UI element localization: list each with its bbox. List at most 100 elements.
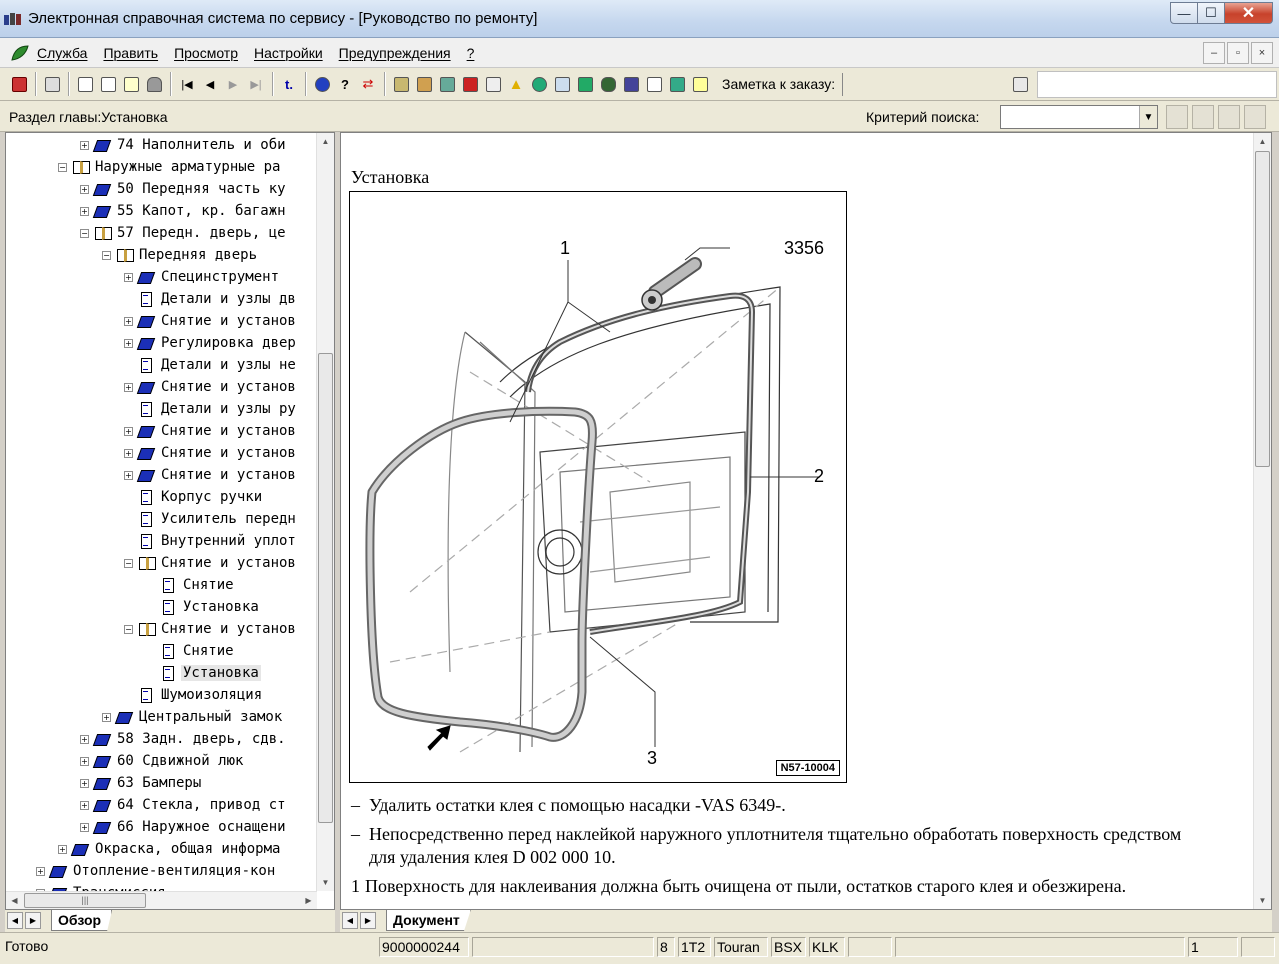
tab-prev-icon[interactable]: ◀ bbox=[7, 912, 23, 929]
search-prev-icon[interactable] bbox=[1166, 105, 1188, 129]
last-page-icon[interactable]: ▶| bbox=[245, 72, 267, 96]
tree-item[interactable]: Снятие bbox=[146, 574, 236, 596]
tree-horizontal-scrollbar[interactable]: ◀ ||| ▶ bbox=[6, 891, 317, 909]
tree-item[interactable]: + Отопление-вентиляция-кон bbox=[36, 860, 277, 882]
doc-scroll-down-icon[interactable]: ▼ bbox=[1254, 892, 1271, 909]
maximize-button[interactable]: ☐ bbox=[1198, 2, 1225, 24]
document-vertical-scrollbar[interactable]: ▲ ▼ bbox=[1253, 133, 1271, 909]
collapse-icon[interactable]: − bbox=[102, 250, 111, 260]
tab-document[interactable]: Документ bbox=[386, 910, 471, 931]
document-pane[interactable]: Установка 1 3356 2 3 N57-10004 – Удалить… bbox=[340, 132, 1272, 910]
tree-item[interactable]: + Окраска, общая информа bbox=[58, 838, 282, 860]
search-criteria-combo[interactable]: ▼ bbox=[1000, 105, 1158, 129]
info-icon[interactable] bbox=[311, 72, 333, 96]
collapse-icon[interactable]: − bbox=[58, 162, 67, 172]
expand-icon[interactable]: + bbox=[124, 470, 133, 480]
tree-item[interactable]: + Снятие и установ bbox=[124, 420, 298, 442]
calculator-icon[interactable] bbox=[390, 72, 412, 96]
collapse-icon[interactable]: − bbox=[80, 228, 89, 238]
tree-item[interactable]: − Передняя дверь bbox=[102, 244, 259, 266]
tree-item[interactable]: +63 Бамперы bbox=[80, 772, 203, 794]
tree-item[interactable]: + Специнструмент bbox=[124, 266, 281, 288]
expand-icon[interactable]: + bbox=[124, 316, 133, 326]
mdi-close-button[interactable]: × bbox=[1251, 42, 1273, 64]
menu-service[interactable]: Служба bbox=[37, 45, 87, 61]
tree-item[interactable]: + Снятие и установ bbox=[124, 442, 298, 464]
tree-item[interactable]: − Снятие и установ bbox=[124, 618, 298, 640]
database-icon[interactable] bbox=[551, 72, 573, 96]
close-button[interactable]: ✕ bbox=[1225, 2, 1273, 24]
tree-item[interactable]: Детали и узлы не bbox=[124, 354, 298, 376]
tree-item[interactable]: − 57 Передн. дверь, це bbox=[80, 222, 288, 244]
expand-icon[interactable]: + bbox=[58, 844, 67, 854]
exit-icon[interactable] bbox=[8, 72, 30, 96]
menu-warnings[interactable]: Предупреждения bbox=[339, 45, 451, 61]
menu-settings[interactable]: Настройки bbox=[254, 45, 323, 61]
scroll-left-icon[interactable]: ◀ bbox=[6, 892, 23, 909]
leaf-icon[interactable] bbox=[10, 44, 30, 62]
mdi-restore-button[interactable]: ▫ bbox=[1227, 42, 1249, 64]
menu-edit[interactable]: Править bbox=[103, 45, 158, 61]
expand-icon[interactable]: + bbox=[124, 448, 133, 458]
sync-right-icon[interactable] bbox=[1244, 105, 1266, 129]
new-document-icon[interactable] bbox=[74, 72, 96, 96]
next-page-icon[interactable]: ▶ bbox=[222, 72, 244, 96]
order-note-icon[interactable] bbox=[1008, 73, 1032, 96]
tree-item[interactable]: − Снятие и установ bbox=[124, 552, 298, 574]
tree-item[interactable]: Внутренний уплот bbox=[124, 530, 298, 552]
expand-icon[interactable]: + bbox=[80, 140, 89, 150]
expand-icon[interactable]: + bbox=[36, 866, 45, 876]
first-page-icon[interactable]: |◀ bbox=[176, 72, 198, 96]
tree-scroll-thumb[interactable] bbox=[318, 353, 333, 823]
scroll-up-icon[interactable]: ▲ bbox=[317, 133, 334, 150]
scroll-down-icon[interactable]: ▼ bbox=[317, 874, 334, 891]
overview-tree[interactable]: +74 Наполнитель и оби − Наружные арматурны… bbox=[6, 133, 316, 893]
chevron-down-icon[interactable]: ▼ bbox=[1139, 106, 1157, 128]
tree-item[interactable]: + Снятие и установ bbox=[124, 310, 298, 332]
mdi-minimize-button[interactable]: – bbox=[1203, 42, 1225, 64]
edit-document-icon[interactable] bbox=[97, 72, 119, 96]
search-car-icon[interactable] bbox=[620, 72, 642, 96]
doc-scroll-up-icon[interactable]: ▲ bbox=[1254, 133, 1271, 150]
tree-item[interactable]: Установка bbox=[146, 596, 261, 618]
tree-item[interactable]: − Наружные арматурные ра bbox=[58, 156, 282, 178]
expand-icon[interactable]: + bbox=[124, 272, 133, 282]
sync-left-icon[interactable] bbox=[1218, 105, 1240, 129]
expand-icon[interactable]: + bbox=[124, 382, 133, 392]
question-note-icon[interactable] bbox=[689, 72, 711, 96]
globe-icon[interactable] bbox=[528, 72, 550, 96]
swap-icon[interactable]: ⇄ bbox=[357, 72, 379, 96]
expand-icon[interactable]: + bbox=[124, 338, 133, 348]
scroll-right-icon[interactable]: ▶ bbox=[300, 892, 317, 909]
overview-tree-pane[interactable]: +74 Наполнитель и оби − Наружные арматурны… bbox=[5, 132, 335, 910]
collapse-icon[interactable]: − bbox=[124, 624, 133, 634]
search-next-icon[interactable] bbox=[1192, 105, 1214, 129]
tree-item[interactable]: Установка bbox=[146, 662, 261, 684]
doc-tab-next-icon[interactable]: ▶ bbox=[360, 912, 376, 929]
red-book-icon[interactable] bbox=[459, 72, 481, 96]
tree-item[interactable]: + Снятие и установ bbox=[124, 376, 298, 398]
expand-icon[interactable]: + bbox=[102, 712, 111, 722]
tree-item[interactable]: + Центральный замок bbox=[102, 706, 284, 728]
car-icon[interactable] bbox=[143, 72, 165, 96]
expand-icon[interactable]: + bbox=[80, 756, 89, 766]
expand-icon[interactable]: + bbox=[80, 206, 89, 216]
tree-item[interactable]: Усилитель передн bbox=[124, 508, 298, 530]
tree-item[interactable]: +66 Наружное оснащени bbox=[80, 816, 288, 838]
tree-item[interactable]: Шумоизоляция bbox=[124, 684, 264, 706]
tree-item[interactable]: +74 Наполнитель и оби bbox=[80, 134, 288, 156]
expand-icon[interactable]: + bbox=[80, 822, 89, 832]
order-note-field[interactable] bbox=[842, 73, 1004, 96]
menu-help[interactable]: ? bbox=[467, 45, 475, 61]
menu-view[interactable]: Просмотр bbox=[174, 45, 238, 61]
tree-item[interactable]: Снятие bbox=[146, 640, 236, 662]
tree-vertical-scrollbar[interactable]: ▲ ▼ bbox=[316, 133, 334, 891]
print-icon[interactable] bbox=[41, 72, 63, 96]
previous-page-icon[interactable]: ◀ bbox=[199, 72, 221, 96]
tree-item[interactable]: Детали и узлы дв bbox=[124, 288, 298, 310]
grid-icon[interactable] bbox=[413, 72, 435, 96]
expand-icon[interactable]: + bbox=[80, 734, 89, 744]
minimize-button[interactable]: — bbox=[1170, 2, 1198, 24]
expand-icon[interactable]: + bbox=[80, 778, 89, 788]
tree-item[interactable]: + Регулировка двер bbox=[124, 332, 298, 354]
